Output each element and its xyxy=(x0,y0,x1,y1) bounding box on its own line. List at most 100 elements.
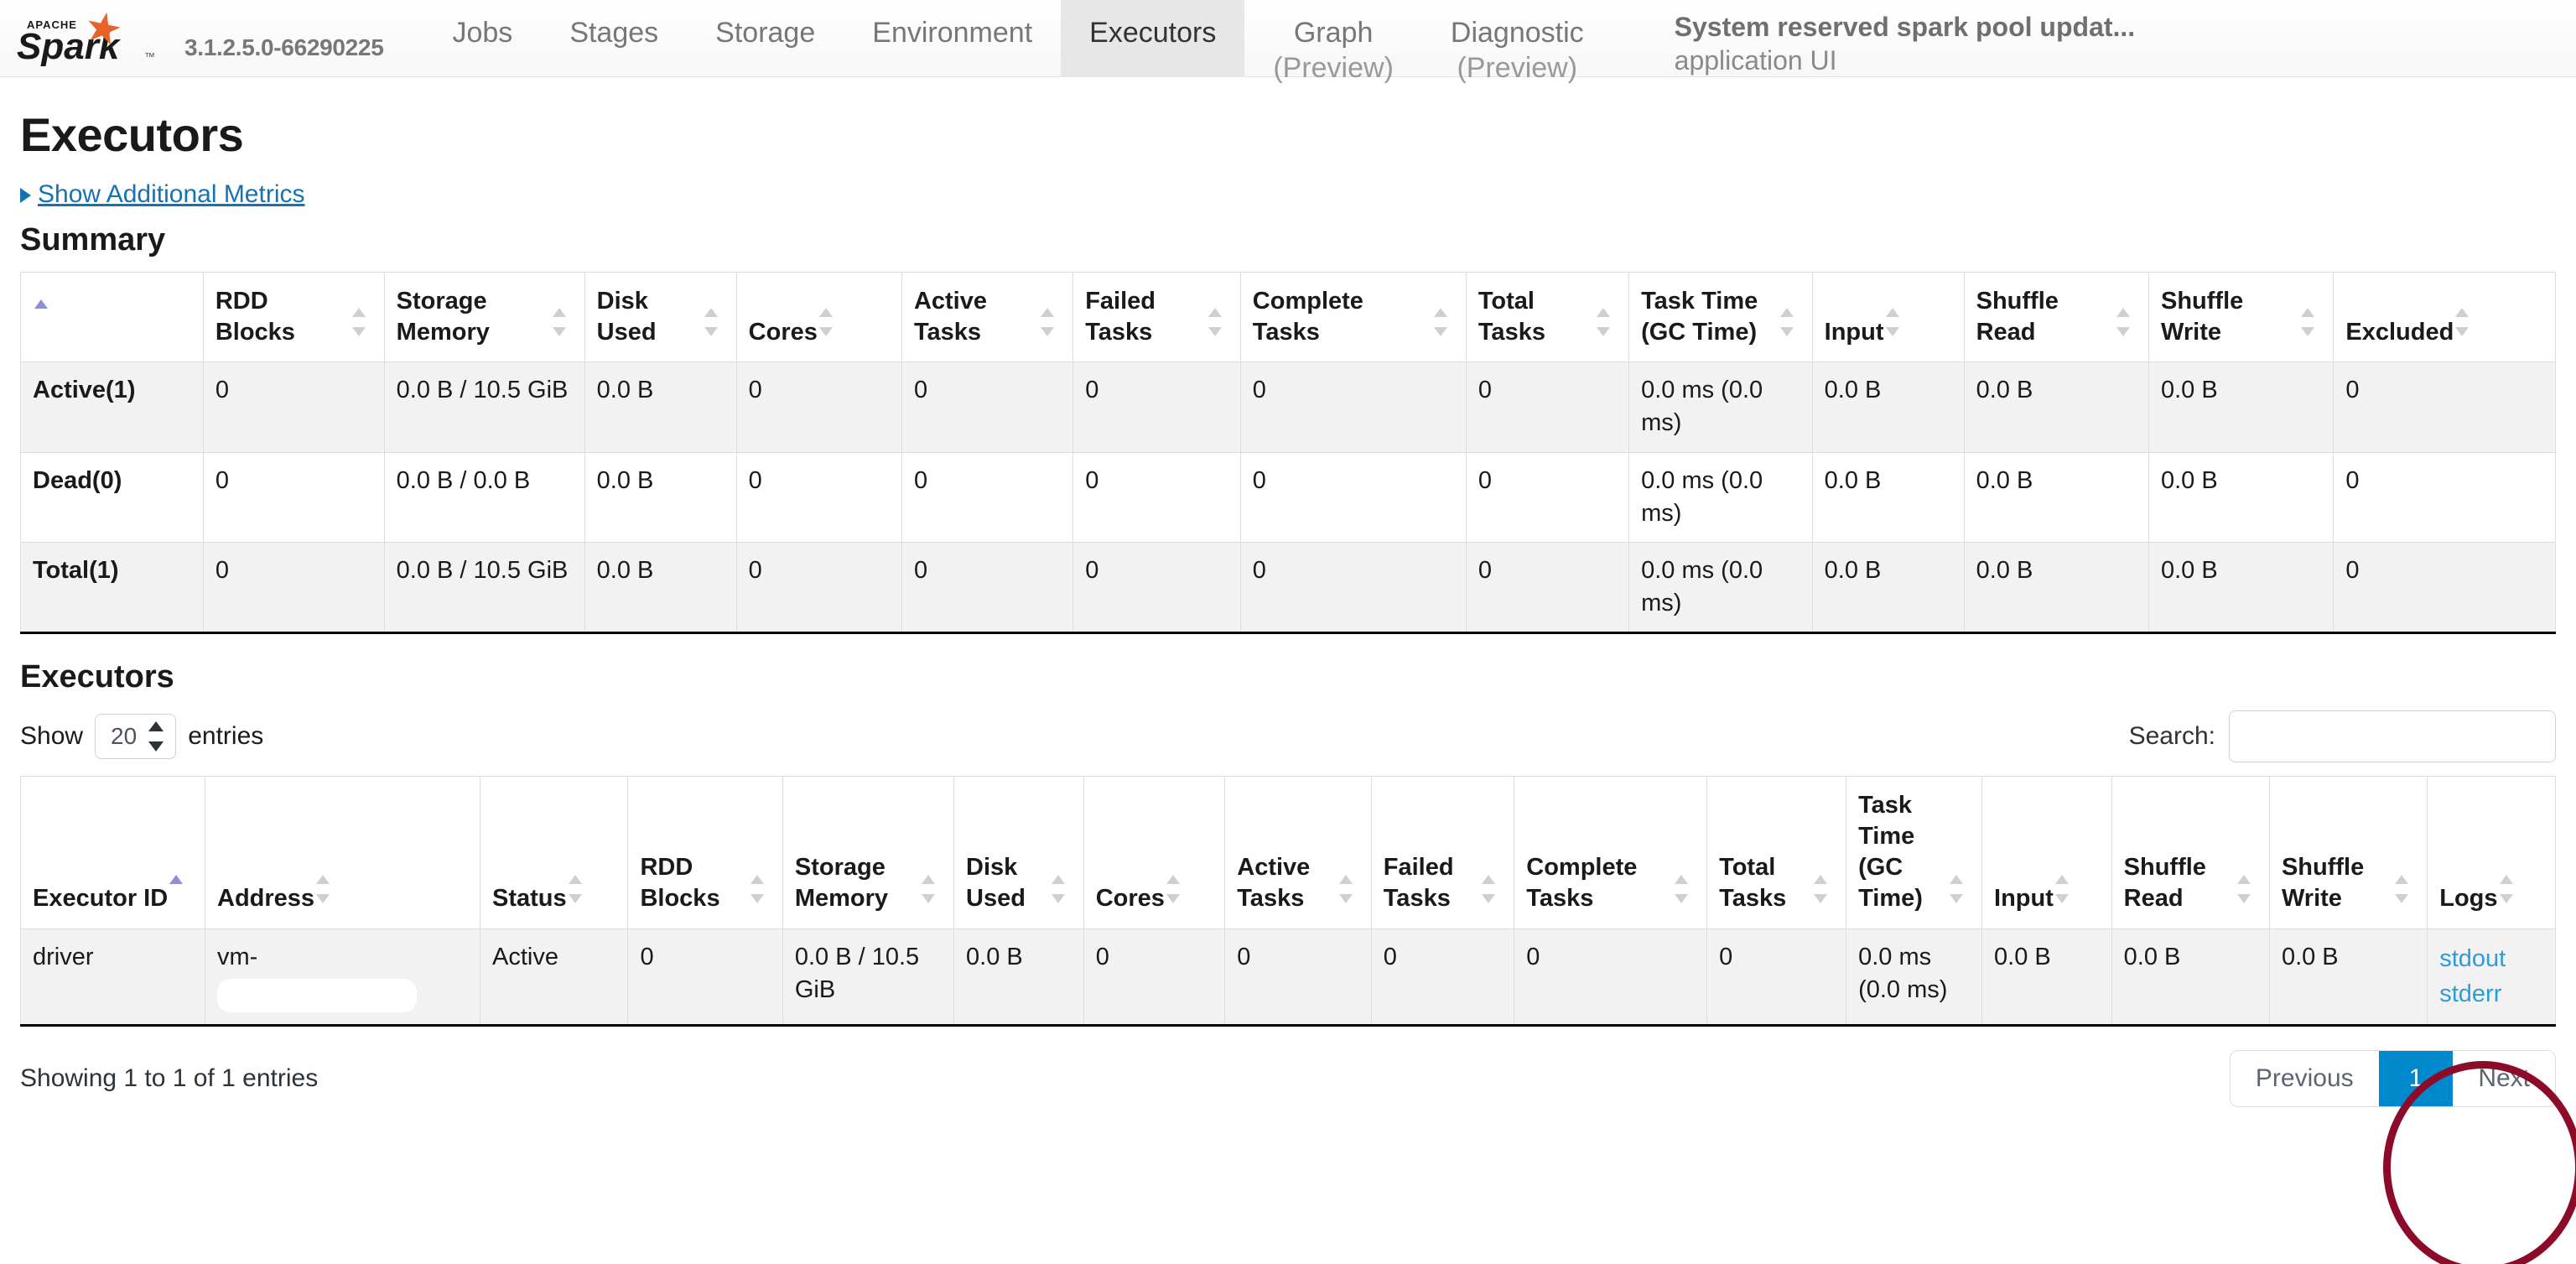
executors-table: Executor ID Address Status RDD Blocks St… xyxy=(19,776,2556,1027)
sort-arrow-icon[interactable] xyxy=(2455,308,2470,337)
tab-stages[interactable]: Stages xyxy=(541,0,687,77)
summary-col-total-tasks-label: Total Tasks xyxy=(1478,288,1545,346)
datatable-controls: Show 20 entries Search: xyxy=(20,710,2556,763)
sort-arrow-icon[interactable] xyxy=(1885,308,1899,337)
page-1-button[interactable]: 1 xyxy=(2378,1050,2454,1106)
nav-tabs: Jobs Stages Storage Environment Executor… xyxy=(423,0,1613,82)
summary-cell-input: 0.0 B xyxy=(1811,451,1965,543)
sort-arrow-icon[interactable] xyxy=(1482,874,1496,903)
summary-col-shuffle-write[interactable]: Shuffle Write xyxy=(2148,271,2334,363)
summary-col-rdd-blocks[interactable]: RDD Blocks xyxy=(202,271,385,363)
sort-arrow-icon[interactable] xyxy=(351,308,366,337)
summary-col-storage-memory[interactable]: Storage Memory xyxy=(383,271,585,363)
exec-col-input[interactable]: Input xyxy=(1981,776,2112,929)
sort-arrow-icon[interactable] xyxy=(2499,874,2513,903)
exec-col-storage-memory[interactable]: Storage Memory xyxy=(782,776,955,929)
exec-col-task-time[interactable]: Task Time (GC Time) xyxy=(1846,776,1983,929)
summary-col-cores-label: Cores xyxy=(748,319,818,346)
search-input[interactable] xyxy=(2229,710,2556,763)
sort-arrow-icon[interactable] xyxy=(2236,874,2251,903)
page-length-select[interactable]: 20 xyxy=(95,714,177,760)
exec-col-active-tasks[interactable]: Active Tasks xyxy=(1224,776,1372,929)
exec-col-shuffle-write[interactable]: Shuffle Write xyxy=(2268,776,2428,929)
sort-arrow-icon[interactable] xyxy=(1166,874,1180,903)
tab-diagnostic[interactable]: Diagnostic (Preview) xyxy=(1422,0,1613,82)
executors-header-row: Executor ID Address Status RDD Blocks St… xyxy=(19,776,2556,929)
exec-col-failed-tasks[interactable]: Failed Tasks xyxy=(1370,776,1515,929)
sort-arrow-icon[interactable] xyxy=(2395,874,2409,903)
sort-arrow-icon[interactable] xyxy=(1597,308,1611,337)
summary-col-active-tasks[interactable]: Active Tasks xyxy=(901,271,1074,363)
sort-arrow-icon[interactable] xyxy=(568,874,582,903)
exec-col-executor-id[interactable]: Executor ID xyxy=(19,776,206,929)
summary-col-complete-tasks[interactable]: Complete Tasks xyxy=(1239,271,1467,363)
summary-col-input[interactable]: Input xyxy=(1811,271,1965,363)
table-row: Total(1) 0 0.0 B / 10.5 GiB 0.0 B 0 0 0 … xyxy=(20,541,2556,634)
exec-cell-shuffle-read: 0.0 B xyxy=(2111,928,2270,1026)
exec-col-status[interactable]: Status xyxy=(480,776,629,929)
sort-arrow-icon[interactable] xyxy=(1041,308,1055,337)
sort-arrow-icon[interactable] xyxy=(1208,308,1222,337)
summary-col-task-time-label: Task Time (GC Time) xyxy=(1641,288,1758,346)
summary-col-disk-used[interactable]: Disk Used xyxy=(584,271,737,363)
stderr-link[interactable]: stderr xyxy=(2439,976,2543,1012)
sort-arrow-icon[interactable] xyxy=(2301,308,2315,337)
summary-cell-disk-used: 0.0 B xyxy=(584,541,737,634)
tab-graph[interactable]: Graph (Preview) xyxy=(1244,0,1422,82)
sort-arrow-icon[interactable] xyxy=(1433,308,1447,337)
table-row: Dead(0) 0 0.0 B / 0.0 B 0.0 B 0 0 0 0 0 … xyxy=(20,451,2556,543)
next-page-button[interactable]: Next xyxy=(2453,1050,2555,1106)
summary-col-shuffle-read[interactable]: Shuffle Read xyxy=(1963,271,2150,363)
sort-arrow-icon[interactable] xyxy=(2116,308,2130,337)
sort-arrow-icon[interactable] xyxy=(552,308,566,337)
sort-arrow-icon[interactable] xyxy=(1051,874,1065,903)
sort-arrow-icon[interactable] xyxy=(316,874,330,903)
exec-col-complete-tasks[interactable]: Complete Tasks xyxy=(1514,776,1708,929)
tab-environment[interactable]: Environment xyxy=(844,0,1061,77)
show-additional-metrics-link[interactable]: Show Additional Metrics xyxy=(38,180,305,209)
previous-page-button[interactable]: Previous xyxy=(2230,1050,2379,1106)
sort-arrow-icon[interactable] xyxy=(704,308,718,337)
sort-arrow-icon[interactable] xyxy=(1950,874,1964,903)
summary-col-shuffle-read-label: Shuffle Read xyxy=(1976,288,2059,346)
sort-arrow-icon[interactable] xyxy=(1338,874,1353,903)
tab-jobs[interactable]: Jobs xyxy=(423,0,541,77)
tab-executors[interactable]: Executors xyxy=(1061,0,1245,77)
exec-col-total-tasks[interactable]: Total Tasks xyxy=(1706,776,1847,929)
exec-col-logs[interactable]: Logs xyxy=(2427,776,2556,929)
sort-arrow-icon[interactable] xyxy=(1814,874,1828,903)
summary-col-failed-tasks[interactable]: Failed Tasks xyxy=(1072,271,1241,363)
summary-cell-complete-tasks: 0 xyxy=(1239,362,1467,453)
exec-col-cores-label: Cores xyxy=(1095,885,1165,913)
summary-col-cores[interactable]: Cores xyxy=(735,271,902,363)
summary-table: RDD Blocks Storage Memory Disk Used Core… xyxy=(20,271,2556,635)
summary-cell-excluded: 0 xyxy=(2333,362,2556,453)
exec-col-cores[interactable]: Cores xyxy=(1083,776,1226,929)
summary-col-total-tasks[interactable]: Total Tasks xyxy=(1465,271,1630,363)
tab-storage[interactable]: Storage xyxy=(687,0,844,77)
sort-arrow-icon[interactable] xyxy=(818,308,833,337)
spark-brand[interactable]: APACHE Spark ™ 3.1.2.5.0-66290225 xyxy=(0,0,384,77)
exec-cell-status: Active xyxy=(480,928,629,1026)
summary-cell-input: 0.0 B xyxy=(1811,362,1965,453)
summary-col-excluded[interactable]: Excluded xyxy=(2333,271,2556,363)
sort-arrow-asc-icon[interactable] xyxy=(34,299,48,328)
show-label: Show xyxy=(20,722,84,751)
sort-arrow-icon[interactable] xyxy=(1675,874,1689,903)
summary-col-task-time[interactable]: Task Time (GC Time) xyxy=(1628,271,1813,363)
stdout-link[interactable]: stdout xyxy=(2439,941,2543,976)
exec-col-rdd-blocks[interactable]: RDD Blocks xyxy=(627,776,783,929)
sort-arrow-icon[interactable] xyxy=(750,874,764,903)
sort-arrow-icon[interactable] xyxy=(2054,874,2069,903)
exec-col-shuffle-read[interactable]: Shuffle Read xyxy=(2111,776,2270,929)
sort-arrow-icon[interactable] xyxy=(1779,308,1794,337)
summary-col-blank[interactable] xyxy=(20,271,204,363)
show-additional-metrics-toggle[interactable]: Show Additional Metrics xyxy=(20,180,2556,209)
exec-col-status-label: Status xyxy=(492,885,567,913)
stepper-updown-icon[interactable] xyxy=(148,720,164,753)
sort-arrow-asc-icon[interactable] xyxy=(169,874,184,903)
exec-col-disk-used[interactable]: Disk Used xyxy=(953,776,1084,929)
summary-col-input-label: Input xyxy=(1824,319,1884,346)
sort-arrow-icon[interactable] xyxy=(922,874,936,903)
exec-col-address[interactable]: Address xyxy=(205,776,481,929)
